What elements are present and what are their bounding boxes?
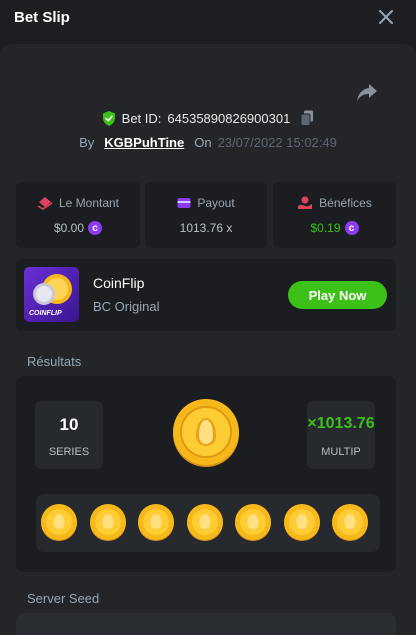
gold-coin-icon [89, 504, 126, 541]
gold-coin-icon [235, 504, 271, 541]
stat-payout: Payout 1013.76 x [145, 182, 267, 248]
result-coin [186, 503, 224, 541]
gold-coin-icon [173, 399, 239, 467]
profit-icon [298, 196, 313, 209]
bet-id-value: 64535890826900301 [167, 110, 291, 126]
copy-icon[interactable] [300, 110, 314, 126]
close-button[interactable] [376, 7, 396, 27]
bet-id-row: Bet ID: 64535890826900301 [0, 108, 416, 128]
bc-coin-icon: c [88, 221, 103, 235]
results-section-label: Résultats [27, 354, 82, 369]
game-thumbnail-label: COINFLIP [29, 310, 62, 317]
game-name: CoinFlip [93, 275, 145, 291]
close-icon [379, 10, 393, 24]
result-coin [234, 503, 272, 541]
stat-payout-label: Payout [197, 196, 235, 210]
on-label: On [194, 134, 212, 150]
stat-profit-value: $0.19 [310, 221, 341, 235]
money-icon [37, 197, 53, 210]
gold-coin-icon [41, 504, 77, 541]
game-card: COINFLIP CoinFlip BC Original Play Now [16, 259, 396, 331]
stat-amount: Le Montant $0.00 c [16, 182, 140, 248]
bet-author-row: By KGBPuhTine On 23/07/2022 15:02:49 [0, 133, 416, 151]
bet-id-label: Bet ID: [121, 110, 162, 126]
username-link[interactable]: KGBPuhTine [104, 135, 184, 150]
gold-coin-icon [332, 504, 368, 541]
results-panel: 10 SERIES ×1013.76 MULTIP [16, 376, 396, 572]
gold-coin-icon [186, 504, 223, 541]
server-seed-label: Server Seed [27, 591, 100, 606]
bc-coin-icon: c [344, 221, 359, 235]
header: Bet Slip [0, 0, 416, 36]
stat-payout-value: 1013.76 x [179, 221, 233, 235]
game-subtitle: BC Original [93, 299, 160, 314]
by-label: By [79, 134, 95, 150]
result-coin [331, 503, 369, 541]
result-coin [40, 503, 78, 541]
share-icon[interactable] [356, 82, 378, 102]
series-label: SERIES [48, 446, 90, 458]
game-thumbnail[interactable]: COINFLIP [24, 267, 79, 322]
wallet-icon [177, 198, 191, 208]
result-coin [137, 503, 175, 541]
page-title: Bet Slip [14, 9, 70, 26]
shield-check-icon [102, 110, 115, 126]
gold-coin-icon [283, 504, 320, 541]
series-box: 10 SERIES [35, 401, 103, 469]
play-now-button[interactable]: Play Now [288, 281, 387, 309]
stat-profit: Bénéfices $0.19 c [273, 182, 396, 248]
multiplier-value: ×1013.76 [307, 415, 375, 432]
multiplier-label: MULTIP [321, 446, 361, 458]
stat-amount-label: Le Montant [58, 196, 120, 210]
gold-coin-icon [138, 504, 174, 541]
bet-date: 23/07/2022 15:02:49 [217, 134, 337, 150]
coin-results-row [36, 494, 380, 552]
result-coin [283, 503, 321, 541]
stat-profit-label: Bénéfices [319, 196, 372, 210]
multiplier-box: ×1013.76 MULTIP [307, 401, 375, 469]
series-value: 10 [59, 415, 79, 434]
stat-amount-value: $0.00 [53, 221, 85, 235]
server-seed-field[interactable] [16, 613, 396, 635]
result-coin [89, 503, 127, 541]
